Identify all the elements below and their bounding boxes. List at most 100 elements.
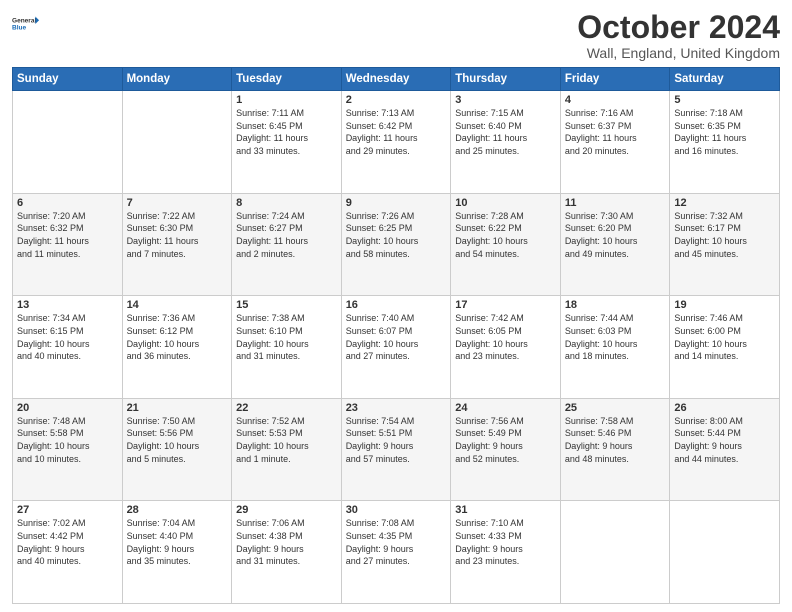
day-number: 6: [17, 197, 118, 209]
day-info: Sunrise: 7:58 AM Sunset: 5:46 PM Dayligh…: [565, 415, 666, 465]
day-number: 13: [17, 299, 118, 311]
table-row: 24Sunrise: 7:56 AM Sunset: 5:49 PM Dayli…: [451, 398, 561, 501]
svg-text:General: General: [12, 18, 36, 25]
header-tuesday: Tuesday: [232, 68, 342, 91]
table-row: 8Sunrise: 7:24 AM Sunset: 6:27 PM Daylig…: [232, 193, 342, 296]
table-row: 27Sunrise: 7:02 AM Sunset: 4:42 PM Dayli…: [13, 501, 123, 604]
table-row: 3Sunrise: 7:15 AM Sunset: 6:40 PM Daylig…: [451, 91, 561, 194]
day-number: 5: [674, 94, 775, 106]
day-info: Sunrise: 7:02 AM Sunset: 4:42 PM Dayligh…: [17, 517, 118, 567]
day-number: 8: [236, 197, 337, 209]
day-info: Sunrise: 7:32 AM Sunset: 6:17 PM Dayligh…: [674, 210, 775, 260]
table-row: 16Sunrise: 7:40 AM Sunset: 6:07 PM Dayli…: [341, 296, 451, 399]
day-info: Sunrise: 7:52 AM Sunset: 5:53 PM Dayligh…: [236, 415, 337, 465]
table-row: 31Sunrise: 7:10 AM Sunset: 4:33 PM Dayli…: [451, 501, 561, 604]
day-number: 11: [565, 197, 666, 209]
table-row: 30Sunrise: 7:08 AM Sunset: 4:35 PM Dayli…: [341, 501, 451, 604]
header-sunday: Sunday: [13, 68, 123, 91]
header-thursday: Thursday: [451, 68, 561, 91]
day-info: Sunrise: 7:28 AM Sunset: 6:22 PM Dayligh…: [455, 210, 556, 260]
day-info: Sunrise: 7:54 AM Sunset: 5:51 PM Dayligh…: [346, 415, 447, 465]
day-number: 16: [346, 299, 447, 311]
table-row: 12Sunrise: 7:32 AM Sunset: 6:17 PM Dayli…: [670, 193, 780, 296]
day-info: Sunrise: 7:26 AM Sunset: 6:25 PM Dayligh…: [346, 210, 447, 260]
table-row: 17Sunrise: 7:42 AM Sunset: 6:05 PM Dayli…: [451, 296, 561, 399]
day-info: Sunrise: 7:40 AM Sunset: 6:07 PM Dayligh…: [346, 312, 447, 362]
day-number: 3: [455, 94, 556, 106]
svg-text:Blue: Blue: [12, 25, 26, 32]
day-number: 26: [674, 402, 775, 414]
table-row: 23Sunrise: 7:54 AM Sunset: 5:51 PM Dayli…: [341, 398, 451, 501]
day-info: Sunrise: 7:22 AM Sunset: 6:30 PM Dayligh…: [127, 210, 228, 260]
table-row: 9Sunrise: 7:26 AM Sunset: 6:25 PM Daylig…: [341, 193, 451, 296]
day-info: Sunrise: 7:38 AM Sunset: 6:10 PM Dayligh…: [236, 312, 337, 362]
title-area: October 2024 Wall, England, United Kingd…: [577, 10, 780, 61]
table-row: 21Sunrise: 7:50 AM Sunset: 5:56 PM Dayli…: [122, 398, 232, 501]
calendar-week-row: 1Sunrise: 7:11 AM Sunset: 6:45 PM Daylig…: [13, 91, 780, 194]
table-row: 7Sunrise: 7:22 AM Sunset: 6:30 PM Daylig…: [122, 193, 232, 296]
month-title: October 2024: [577, 10, 780, 45]
day-number: 1: [236, 94, 337, 106]
day-number: 20: [17, 402, 118, 414]
calendar-week-row: 20Sunrise: 7:48 AM Sunset: 5:58 PM Dayli…: [13, 398, 780, 501]
table-row: 1Sunrise: 7:11 AM Sunset: 6:45 PM Daylig…: [232, 91, 342, 194]
calendar-week-row: 13Sunrise: 7:34 AM Sunset: 6:15 PM Dayli…: [13, 296, 780, 399]
day-info: Sunrise: 7:06 AM Sunset: 4:38 PM Dayligh…: [236, 517, 337, 567]
table-row: 11Sunrise: 7:30 AM Sunset: 6:20 PM Dayli…: [560, 193, 670, 296]
logo-icon: GeneralBlue: [12, 10, 40, 38]
table-row: 22Sunrise: 7:52 AM Sunset: 5:53 PM Dayli…: [232, 398, 342, 501]
day-number: 10: [455, 197, 556, 209]
day-info: Sunrise: 7:46 AM Sunset: 6:00 PM Dayligh…: [674, 312, 775, 362]
day-number: 2: [346, 94, 447, 106]
day-number: 23: [346, 402, 447, 414]
day-number: 18: [565, 299, 666, 311]
day-info: Sunrise: 7:42 AM Sunset: 6:05 PM Dayligh…: [455, 312, 556, 362]
logo: GeneralBlue: [12, 10, 40, 38]
day-number: 15: [236, 299, 337, 311]
table-row: 4Sunrise: 7:16 AM Sunset: 6:37 PM Daylig…: [560, 91, 670, 194]
day-number: 21: [127, 402, 228, 414]
calendar-week-row: 27Sunrise: 7:02 AM Sunset: 4:42 PM Dayli…: [13, 501, 780, 604]
table-row: 29Sunrise: 7:06 AM Sunset: 4:38 PM Dayli…: [232, 501, 342, 604]
day-number: 28: [127, 504, 228, 516]
calendar-header-row: Sunday Monday Tuesday Wednesday Thursday…: [13, 68, 780, 91]
day-number: 27: [17, 504, 118, 516]
table-row: 5Sunrise: 7:18 AM Sunset: 6:35 PM Daylig…: [670, 91, 780, 194]
table-row: [13, 91, 123, 194]
calendar-week-row: 6Sunrise: 7:20 AM Sunset: 6:32 PM Daylig…: [13, 193, 780, 296]
day-info: Sunrise: 7:48 AM Sunset: 5:58 PM Dayligh…: [17, 415, 118, 465]
header-saturday: Saturday: [670, 68, 780, 91]
header-monday: Monday: [122, 68, 232, 91]
table-row: 18Sunrise: 7:44 AM Sunset: 6:03 PM Dayli…: [560, 296, 670, 399]
table-row: [560, 501, 670, 604]
table-row: 26Sunrise: 8:00 AM Sunset: 5:44 PM Dayli…: [670, 398, 780, 501]
table-row: 20Sunrise: 7:48 AM Sunset: 5:58 PM Dayli…: [13, 398, 123, 501]
day-info: Sunrise: 7:44 AM Sunset: 6:03 PM Dayligh…: [565, 312, 666, 362]
header: GeneralBlue October 2024 Wall, England, …: [12, 10, 780, 61]
day-info: Sunrise: 7:18 AM Sunset: 6:35 PM Dayligh…: [674, 107, 775, 157]
day-info: Sunrise: 7:36 AM Sunset: 6:12 PM Dayligh…: [127, 312, 228, 362]
day-number: 14: [127, 299, 228, 311]
calendar-table: Sunday Monday Tuesday Wednesday Thursday…: [12, 67, 780, 604]
day-number: 12: [674, 197, 775, 209]
day-info: Sunrise: 7:30 AM Sunset: 6:20 PM Dayligh…: [565, 210, 666, 260]
day-number: 19: [674, 299, 775, 311]
day-info: Sunrise: 7:15 AM Sunset: 6:40 PM Dayligh…: [455, 107, 556, 157]
day-info: Sunrise: 7:13 AM Sunset: 6:42 PM Dayligh…: [346, 107, 447, 157]
day-info: Sunrise: 7:16 AM Sunset: 6:37 PM Dayligh…: [565, 107, 666, 157]
day-info: Sunrise: 7:50 AM Sunset: 5:56 PM Dayligh…: [127, 415, 228, 465]
day-info: Sunrise: 7:04 AM Sunset: 4:40 PM Dayligh…: [127, 517, 228, 567]
day-info: Sunrise: 8:00 AM Sunset: 5:44 PM Dayligh…: [674, 415, 775, 465]
table-row: 13Sunrise: 7:34 AM Sunset: 6:15 PM Dayli…: [13, 296, 123, 399]
day-number: 9: [346, 197, 447, 209]
day-number: 31: [455, 504, 556, 516]
table-row: 15Sunrise: 7:38 AM Sunset: 6:10 PM Dayli…: [232, 296, 342, 399]
table-row: 2Sunrise: 7:13 AM Sunset: 6:42 PM Daylig…: [341, 91, 451, 194]
calendar-page: GeneralBlue October 2024 Wall, England, …: [0, 0, 792, 612]
table-row: 25Sunrise: 7:58 AM Sunset: 5:46 PM Dayli…: [560, 398, 670, 501]
day-info: Sunrise: 7:34 AM Sunset: 6:15 PM Dayligh…: [17, 312, 118, 362]
day-number: 25: [565, 402, 666, 414]
header-wednesday: Wednesday: [341, 68, 451, 91]
day-info: Sunrise: 7:10 AM Sunset: 4:33 PM Dayligh…: [455, 517, 556, 567]
header-friday: Friday: [560, 68, 670, 91]
